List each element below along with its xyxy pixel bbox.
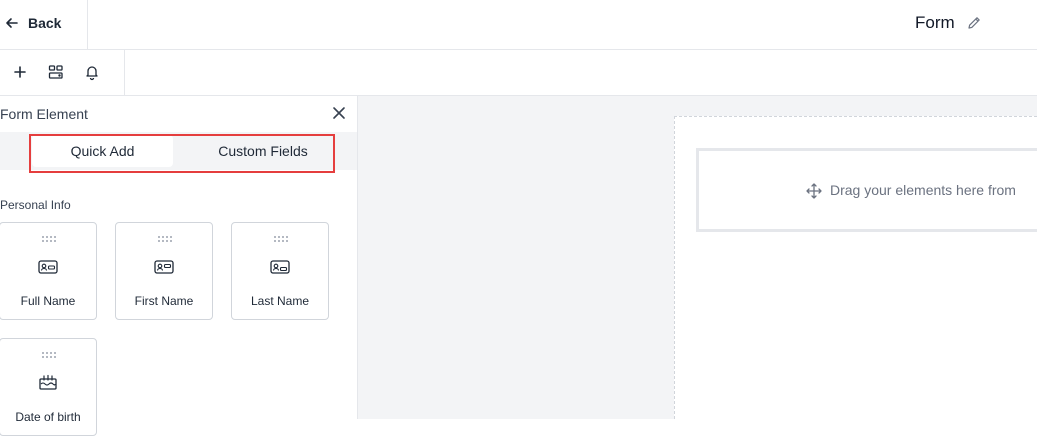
arrow-left-icon — [6, 18, 18, 28]
tab-quick-add[interactable]: Quick Add — [32, 135, 173, 167]
element-card-label: Full Name — [20, 294, 76, 308]
toolbar — [0, 50, 1037, 96]
form-dropzone[interactable]: Drag your elements here from — [674, 116, 1037, 419]
drop-hint-text: Drag your elements here from — [830, 182, 1016, 198]
tab-custom-fields[interactable]: Custom Fields — [190, 135, 336, 167]
top-bar: Back Form — [0, 0, 1037, 50]
plus-icon[interactable] — [11, 63, 29, 81]
element-card-date-of-birth[interactable]: Date of birth — [0, 338, 97, 436]
id-card-icon — [270, 260, 290, 274]
drag-handle-icon — [158, 236, 172, 242]
toolbar-divider — [124, 50, 125, 95]
element-card-label: First Name — [134, 294, 194, 308]
element-card-label: Last Name — [250, 294, 310, 308]
element-card-first-name[interactable]: First Name — [115, 222, 213, 320]
move-icon — [806, 183, 822, 199]
drag-handle-icon — [42, 236, 56, 242]
drag-handle-icon — [42, 352, 56, 358]
back-button[interactable]: Back — [0, 0, 88, 49]
id-card-icon — [154, 260, 174, 274]
form-element-panel: Form Element Quick Add Custom Fields Per… — [0, 96, 358, 436]
drop-target[interactable]: Drag your elements here from — [696, 148, 1037, 232]
close-icon[interactable] — [332, 106, 346, 120]
section-label-personal-info: Personal Info — [0, 198, 71, 212]
id-card-icon — [38, 260, 58, 274]
calendar-cake-icon — [39, 374, 57, 390]
bell-icon[interactable] — [83, 63, 101, 81]
pencil-icon[interactable] — [966, 15, 982, 31]
form-title: Form — [915, 13, 955, 32]
back-label: Back — [28, 15, 62, 31]
element-card-label: Date of birth — [15, 410, 81, 424]
drag-handle-icon — [274, 236, 288, 242]
element-card-full-name[interactable]: Full Name — [0, 222, 97, 320]
element-card-last-name[interactable]: Last Name — [231, 222, 329, 320]
tab-bar: Quick Add Custom Fields — [0, 132, 357, 170]
form-canvas: Drag your elements here from — [358, 96, 1037, 419]
panel-title: Form Element — [0, 106, 88, 122]
layout-icon[interactable] — [47, 63, 65, 81]
